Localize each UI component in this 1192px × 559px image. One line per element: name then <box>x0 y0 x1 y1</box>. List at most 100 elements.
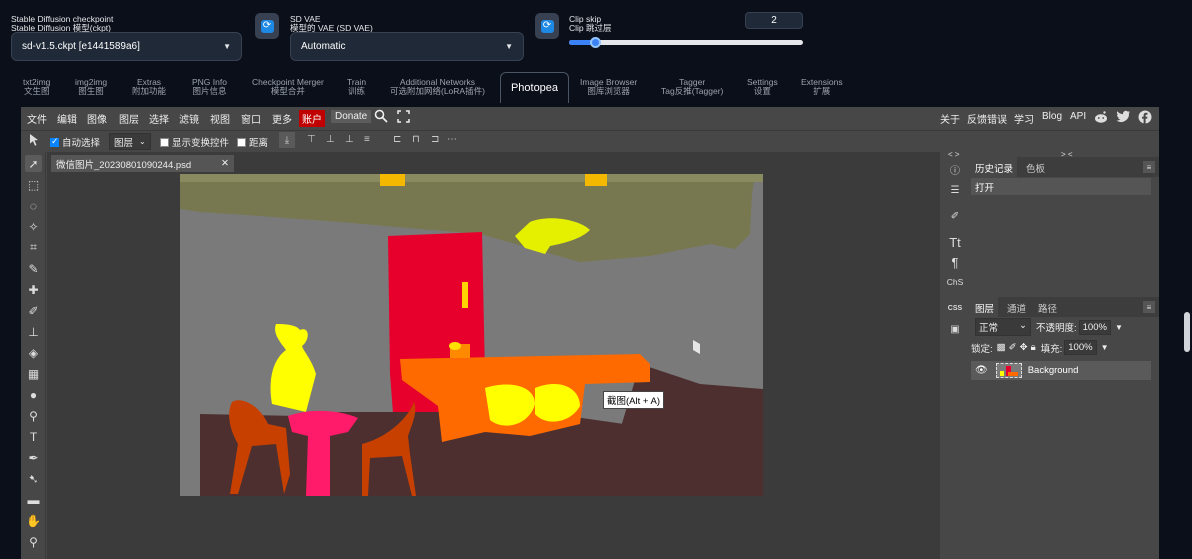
lasso-tool-icon[interactable]: ◌ <box>25 197 42 214</box>
layer-select-dropdown[interactable]: 图层 ⌄ <box>109 133 151 150</box>
tab-txt2img[interactable]: txt2img 文生图 <box>23 78 50 96</box>
menu-about[interactable]: 关于 <box>940 111 960 126</box>
image-icon[interactable]: ▣ <box>945 320 965 338</box>
crop-tool-icon[interactable]: ⌗ <box>25 239 42 256</box>
twitter-icon[interactable] <box>1116 110 1131 126</box>
zoom-tool-icon[interactable]: ⚲ <box>25 533 42 550</box>
gradient-tool-icon[interactable]: ▦ <box>25 365 42 382</box>
vae-dropdown[interactable]: Automatic ▼ <box>290 32 524 61</box>
menu-blog[interactable]: Blog <box>1042 111 1062 122</box>
auto-select-checkbox[interactable]: 自动选择 <box>50 135 100 149</box>
opacity-dropdown-icon[interactable]: ▼ <box>1115 323 1123 332</box>
menu-select[interactable]: 选择 <box>149 111 169 126</box>
canvas-workarea[interactable]: 微信图片_20230801090244.psd ✕ 截图(Alt + A) <box>47 152 940 559</box>
clip-skip-input[interactable]: 2 <box>745 12 803 29</box>
tab-paths[interactable]: 路径 <box>1038 301 1057 315</box>
lock-transparency-icon[interactable]: ▩ <box>997 342 1006 353</box>
css-icon[interactable]: CSS <box>945 299 965 317</box>
pen-tool-icon[interactable]: ✒ <box>25 449 42 466</box>
donate-button[interactable]: Donate <box>331 110 372 123</box>
tab-layers[interactable]: 图层 <box>971 297 999 317</box>
move-tool-icon[interactable]: ➚ <box>25 155 42 172</box>
align-left-icon[interactable]: ⊏ <box>393 134 401 145</box>
menu-edit[interactable]: 编辑 <box>57 111 77 126</box>
distribute-v-icon[interactable]: ≡ <box>364 134 370 145</box>
tab-photopea[interactable]: Photopea <box>500 72 569 103</box>
panel-menu-icon[interactable]: ≡ <box>1143 301 1155 313</box>
layer-row[interactable]: 👁︎ Background <box>971 361 1151 380</box>
distribute-h-icon[interactable]: ⋯ <box>447 134 457 145</box>
tab-history[interactable]: 历史记录 <box>971 157 1018 177</box>
show-transform-checkbox[interactable]: 显示变换控件 <box>160 135 229 149</box>
menu-filter[interactable]: 滤镜 <box>179 111 199 126</box>
menu-more[interactable]: 更多 <box>272 111 292 126</box>
character-styles-icon[interactable]: ChS <box>945 273 965 291</box>
tab-png-info[interactable]: PNG Info 图片信息 <box>192 78 227 96</box>
download-icon[interactable]: ⤓ <box>279 132 295 148</box>
eyedropper-icon[interactable]: ✎ <box>25 260 42 277</box>
tab-swatches[interactable]: 色板 <box>1026 161 1045 175</box>
blend-mode-select[interactable]: 正常 ⌄ <box>975 318 1031 336</box>
menu-window[interactable]: 窗口 <box>241 111 261 126</box>
marquee-tool-icon[interactable]: ⬚ <box>25 176 42 193</box>
facebook-icon[interactable] <box>1138 110 1152 127</box>
clip-skip-slider-thumb[interactable] <box>589 37 601 48</box>
info-icon[interactable]: ⓘ <box>945 160 965 178</box>
opacity-input[interactable]: 100% <box>1078 319 1111 335</box>
type-tool-icon[interactable]: T <box>25 428 42 445</box>
refresh-vae-button[interactable]: ⟳ <box>535 13 559 39</box>
hand-tool-icon[interactable]: ✋ <box>25 512 42 529</box>
tab-extensions[interactable]: Extensions 扩展 <box>801 78 843 96</box>
tab-channels[interactable]: 通道 <box>1007 301 1026 315</box>
adjustments-icon[interactable]: ☰ <box>945 181 965 199</box>
page-scrollbar[interactable] <box>1184 312 1190 352</box>
align-top-icon[interactable]: ⊤ <box>307 134 316 145</box>
magic-wand-icon[interactable]: ✧ <box>25 218 42 235</box>
tab-additional-networks[interactable]: Additional Networks 可选附加网络(LoRA插件) <box>390 78 485 96</box>
document-tab[interactable]: 微信图片_20230801090244.psd ✕ <box>51 155 234 172</box>
fill-dropdown-icon[interactable]: ▼ <box>1101 343 1109 352</box>
eraser-tool-icon[interactable]: ◈ <box>25 344 42 361</box>
brush-settings-icon[interactable]: ✐ <box>945 207 965 225</box>
character-icon[interactable]: Tt <box>945 233 965 251</box>
tab-tagger[interactable]: Tagger Tag反推(Tagger) <box>661 78 723 96</box>
menu-api[interactable]: API <box>1070 111 1086 122</box>
align-vcenter-icon[interactable]: ⊥ <box>326 134 335 145</box>
reddit-icon[interactable] <box>1094 110 1108 127</box>
menu-account[interactable]: 账户 <box>299 110 325 127</box>
tab-checkpoint-merger[interactable]: Checkpoint Merger 模型合并 <box>252 78 324 96</box>
healing-brush-icon[interactable]: ✚ <box>25 281 42 298</box>
history-item[interactable]: 打开 <box>971 178 1151 195</box>
path-select-icon[interactable]: ➷ <box>25 470 42 487</box>
collapse-left-icon[interactable]: < > <box>948 150 960 159</box>
search-icon[interactable] <box>374 109 388 126</box>
checkbox-unchecked[interactable] <box>237 137 246 147</box>
tab-train[interactable]: Train 训练 <box>347 78 366 96</box>
fill-input[interactable]: 100% <box>1064 340 1097 355</box>
eye-icon[interactable]: 👁︎ <box>975 365 988 376</box>
menu-report-bug[interactable]: 反馈错误 <box>967 111 1007 126</box>
close-icon[interactable]: ✕ <box>221 158 229 169</box>
document-canvas[interactable] <box>180 174 763 496</box>
brush-tool-icon[interactable]: ✐ <box>25 302 42 319</box>
tab-settings[interactable]: Settings 设置 <box>747 78 778 96</box>
panel-menu-icon[interactable]: ≡ <box>1143 161 1155 173</box>
refresh-checkpoint-button[interactable]: ⟳ <box>255 13 279 39</box>
paragraph-icon[interactable]: ¶ <box>945 253 965 271</box>
align-right-icon[interactable]: ⊐ <box>431 134 439 145</box>
checkbox-checked[interactable] <box>50 136 59 147</box>
dodge-tool-icon[interactable]: ⚲ <box>25 407 42 424</box>
fullscreen-icon[interactable] <box>397 110 410 126</box>
checkpoint-dropdown[interactable]: sd-v1.5.ckpt [e1441589a6] ▼ <box>11 32 242 61</box>
tab-extras[interactable]: Extras 附加功能 <box>132 78 166 96</box>
lock-all-icon[interactable]: 🔒︎ <box>1031 342 1036 353</box>
clone-stamp-icon[interactable]: ⊥ <box>25 323 42 340</box>
menu-image[interactable]: 图像 <box>87 111 107 126</box>
distance-checkbox[interactable]: 距离 <box>237 135 268 149</box>
rectangle-tool-icon[interactable]: ▬ <box>25 491 42 508</box>
checkbox-unchecked[interactable] <box>160 137 169 147</box>
tab-image-browser[interactable]: Image Browser 图库浏览器 <box>580 78 637 96</box>
menu-view[interactable]: 视图 <box>210 111 230 126</box>
lock-pixels-icon[interactable]: ✐ <box>1009 342 1017 353</box>
menu-file[interactable]: 文件 <box>27 111 47 126</box>
